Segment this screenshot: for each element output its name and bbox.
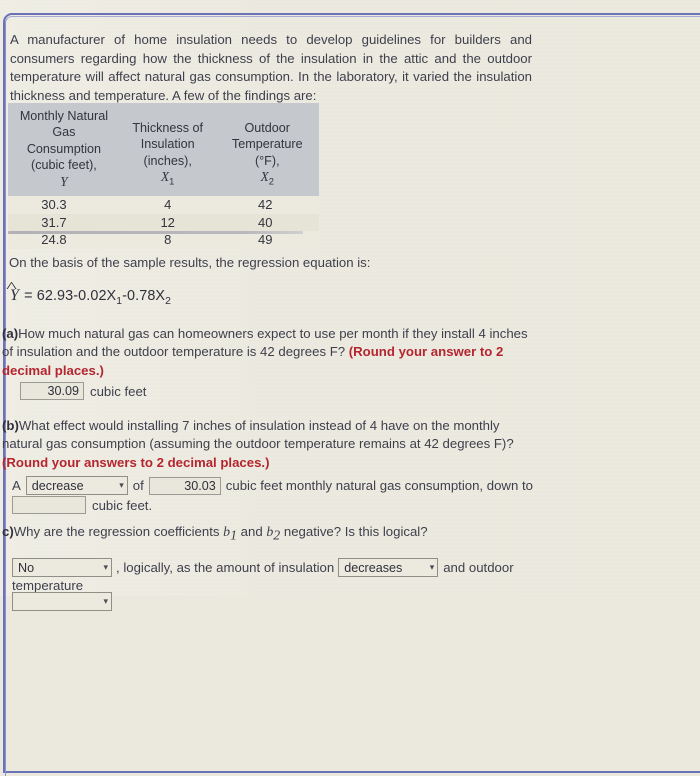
coefficient-b1-subscript: 1 [230,527,237,543]
regression-intercept: 62.93 [36,288,74,304]
answer-c-tail-text: and outdoor [443,560,514,575]
answer-b-prefix: A [12,478,21,493]
problem-page: A manufacturer of home insulation needs … [0,0,700,776]
header-line: Monthly Natural [19,109,109,123]
question-b: (b)What effect would installing 7 inches… [2,417,536,472]
cell-insulation-thickness: 4 [119,196,216,214]
answer-b-final-unit: cubic feet. [92,497,153,513]
equals-sign: = [24,288,33,304]
regression-term-2: -0.78X [122,288,166,304]
table-bottom-divider [8,231,303,234]
question-b-text: What effect would installing 7 inches of… [2,418,514,452]
question-a-label: (a) [2,326,19,341]
header-line: (°F), [254,153,280,168]
cell-outdoor-temperature: 40 [215,213,319,232]
answer-input-a[interactable]: 30.09 [20,382,84,400]
regression-lead-in: On the basis of the sample results, the … [9,255,371,270]
header-line: Consumption [26,141,102,156]
table-header-row: Monthly Natural Gas Consumption (cubic f… [8,103,319,197]
answer-c-tail-text-2: temperature [12,578,84,593]
findings-table: Monthly Natural Gas Consumption (cubic f… [8,103,319,249]
question-c: c)Why are the regression coefficients b1… [2,523,536,545]
question-c-text-part1: Why are the regression coefficients [13,524,224,539]
question-b-instruction: (Round your answers to 2 decimal places.… [2,454,270,470]
answer-b-mid-text: of [132,478,144,493]
chevron-down-icon: ▾ [103,596,108,606]
effect-direction-select[interactable]: decrease ▾ [25,476,128,495]
answer-c-mid-text: , logically, as the amount of insulation [116,560,335,575]
regression-equation: ^ Y = 62.93-0.02X1-0.78X2 [6,280,171,307]
problem-intro: A manufacturer of home insulation needs … [10,32,532,103]
header-line: Outdoor [244,120,291,135]
table-row: 30.3 4 42 [8,196,319,214]
header-symbol-x1-sub: 1 [169,176,175,187]
question-b-label: (b) [2,418,19,433]
question-a: (a)How much natural gas can homeowners e… [2,325,536,380]
chevron-down-icon: ▾ [429,562,435,572]
hat-accent-icon: ^ [6,280,17,296]
header-line: (cubic feet), [31,158,97,173]
header-line: Thickness of [132,120,204,135]
insulation-direction-value: decreases [344,560,403,575]
logical-yes-no-value: No [18,560,35,575]
cell-gas-consumption: 31.7 [8,213,120,232]
header-symbol-x2-sub: 2 [268,176,274,187]
effect-direction-value: decrease [31,478,84,493]
insulation-direction-select[interactable]: decreases ▾ [338,558,439,577]
cell-outdoor-temperature: 42 [215,196,319,214]
header-symbol-x1: X [161,169,170,185]
table-header-gas-consumption: Monthly Natural Gas Consumption (cubic f… [8,103,120,197]
answer-row-a: 30.09 cubic feet [20,382,146,400]
header-line: Gas [52,125,76,140]
chevron-down-icon: ▾ [103,562,108,572]
logical-yes-no-select[interactable]: No ▾ [12,558,112,577]
answer-row-c-line1: No ▾ , logically, as the amount of insul… [12,558,514,577]
table-header-insulation-thickness: Thickness of Insulation (inches), X1 [119,103,216,197]
cell-gas-consumption: 30.3 [8,196,120,214]
header-symbol-x2: X [260,169,269,185]
answer-unit-a: cubic feet [90,383,147,399]
question-c-label: c) [2,524,14,539]
header-line: Temperature [231,137,303,152]
answer-input-b-final[interactable] [12,496,86,514]
header-line: Insulation [140,137,195,152]
temperature-direction-select[interactable]: ▾ [12,592,112,611]
regression-term-2-subscript: 2 [165,295,171,307]
answer-row-b-line2: cubic feet. [12,496,152,514]
answer-row-c-line2: temperature [12,578,83,593]
header-line: (inches), [143,153,192,168]
cell-insulation-thickness: 12 [119,213,216,232]
answer-row-b-line1: A decrease ▾ of 30.03 cubic feet monthly… [12,476,533,495]
y-hat-symbol: ^ Y [6,280,20,305]
answer-input-b-amount[interactable]: 30.03 [148,476,221,495]
answer-row-c-line3: ▾ [12,592,112,611]
question-c-text-and: and [237,524,267,539]
table-header-outdoor-temperature: Outdoor Temperature (°F), X2 [215,103,319,197]
regression-term-1: -0.02X [73,288,117,304]
table-row: 31.7 12 40 [8,213,319,232]
question-c-text-part2: negative? Is this logical? [280,524,428,539]
answer-b-suffix-text: cubic feet monthly natural gas consumpti… [225,478,533,493]
header-symbol-y: Y [60,173,68,189]
chevron-down-icon: ▾ [119,480,124,490]
